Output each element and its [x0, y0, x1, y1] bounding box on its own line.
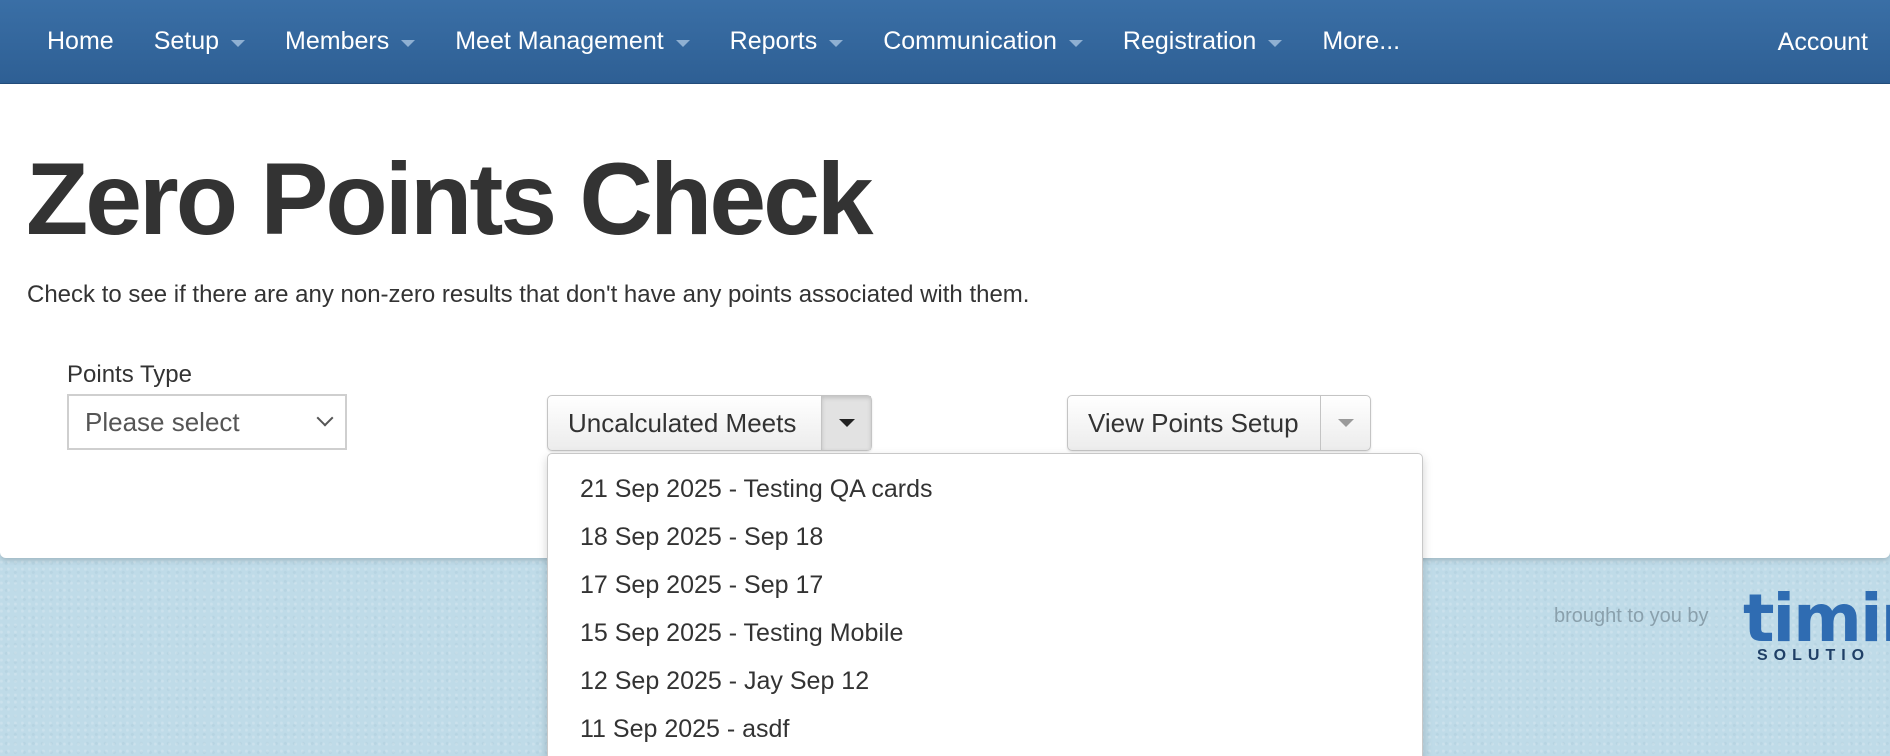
- meet-menu-item-label: 11 Sep 2025 - asdf: [580, 714, 790, 743]
- meet-menu-item[interactable]: 21 Sep 2025 - Testing QA cards: [548, 465, 1422, 513]
- caret-down-icon: [401, 39, 416, 47]
- company-logo[interactable]: timin SOLUTIO: [1743, 588, 1890, 678]
- points-type-select[interactable]: Please select: [67, 394, 347, 450]
- nav-menu: Home Setup Members Meet Management Repor…: [0, 0, 1420, 83]
- meet-menu-item-label: 17 Sep 2025 - Sep 17: [580, 570, 824, 599]
- top-navbar: Home Setup Members Meet Management Repor…: [0, 0, 1890, 84]
- chevron-down-icon: [316, 409, 334, 427]
- nav-setup[interactable]: Setup: [134, 0, 265, 83]
- meet-menu-item-label: 12 Sep 2025 - Jay Sep 12: [580, 666, 870, 695]
- meet-menu-item[interactable]: 12 Sep 2025 - Jay Sep 12: [548, 657, 1422, 705]
- nav-registration[interactable]: Registration: [1103, 0, 1302, 83]
- caret-down-icon: [829, 39, 844, 47]
- view-points-setup-button[interactable]: View Points Setup: [1068, 396, 1320, 450]
- meet-menu-item[interactable]: 11 Sep 2025 - asdf: [548, 705, 1422, 753]
- meet-menu-item-label: 18 Sep 2025 - Sep 18: [580, 522, 824, 551]
- nav-meet-management[interactable]: Meet Management: [435, 0, 709, 83]
- view-points-setup-split-button: View Points Setup: [1067, 395, 1371, 451]
- caret-down-icon: [231, 39, 246, 47]
- meet-menu-item-label: 21 Sep 2025 - Testing QA cards: [580, 474, 933, 503]
- nav-members[interactable]: Members: [265, 0, 435, 83]
- meet-menu-item[interactable]: 15 Sep 2025 - Testing Mobile: [548, 609, 1422, 657]
- caret-down-icon: [838, 419, 855, 427]
- nav-registration-label: Registration: [1122, 27, 1257, 55]
- brought-to-you-by-text: brought to you by: [1554, 605, 1709, 627]
- uncalculated-meets-split-button: Uncalculated Meets: [547, 395, 872, 451]
- caret-down-icon: [1268, 39, 1283, 47]
- uncalculated-meets-button[interactable]: Uncalculated Meets: [548, 396, 821, 450]
- nav-more[interactable]: More...: [1302, 0, 1420, 83]
- caret-down-icon: [1337, 419, 1354, 427]
- nav-communication[interactable]: Communication: [863, 0, 1103, 83]
- caret-down-icon: [1068, 39, 1083, 47]
- nav-reports-label: Reports: [729, 27, 818, 55]
- meet-menu-item[interactable]: 17 Sep 2025 - Sep 17: [548, 561, 1422, 609]
- nav-setup-label: Setup: [153, 27, 220, 55]
- view-points-setup-label: View Points Setup: [1088, 407, 1299, 438]
- meet-menu-item-label: 15 Sep 2025 - Testing Mobile: [580, 618, 904, 647]
- nav-account-label: Account: [1777, 27, 1868, 56]
- nav-members-label: Members: [285, 27, 390, 55]
- nav-more-label: More...: [1322, 27, 1401, 55]
- nav-reports[interactable]: Reports: [710, 0, 864, 83]
- nav-home[interactable]: Home: [27, 0, 134, 83]
- uncalculated-meets-label: Uncalculated Meets: [568, 407, 797, 438]
- view-points-setup-dropdown-toggle[interactable]: [1320, 396, 1370, 450]
- nav-account[interactable]: Account: [1778, 0, 1868, 84]
- nav-meet-management-label: Meet Management: [455, 27, 664, 55]
- page-description: Check to see if there are any non-zero r…: [27, 281, 1030, 308]
- page-title: Zero Points Check: [26, 142, 874, 256]
- points-type-value: Please select: [85, 406, 240, 437]
- caret-down-icon: [675, 39, 690, 47]
- meet-menu-item[interactable]: 18 Sep 2025 - Sep 18: [548, 513, 1422, 561]
- uncalculated-meets-dropdown-toggle[interactable]: [821, 396, 871, 450]
- logo-subtext: SOLUTIO: [1757, 647, 1871, 664]
- nav-home-label: Home: [47, 27, 114, 55]
- uncalculated-meets-menu: 21 Sep 2025 - Testing QA cards 18 Sep 20…: [547, 453, 1423, 756]
- points-type-label: Points Type: [67, 361, 192, 388]
- nav-communication-label: Communication: [883, 27, 1057, 55]
